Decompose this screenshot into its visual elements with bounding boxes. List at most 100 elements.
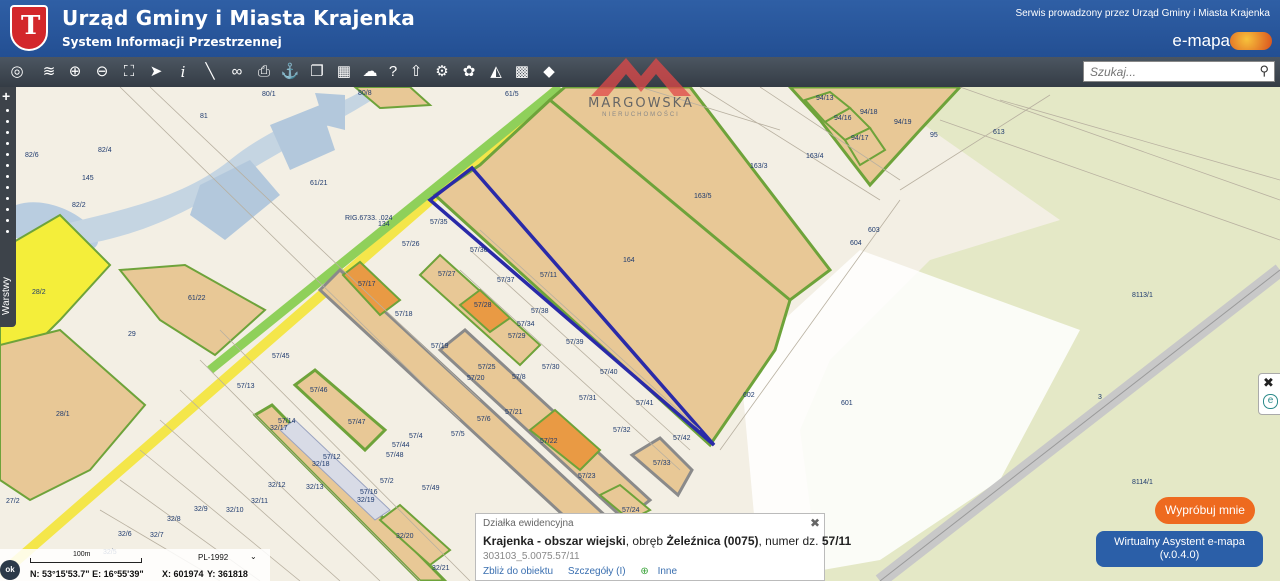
table-icon[interactable]: ▦ — [333, 61, 355, 83]
zoom-out-icon[interactable]: ⊖ — [91, 61, 113, 83]
parcel-label: 29 — [128, 331, 136, 338]
close-icon[interactable]: ✖ — [1263, 375, 1274, 391]
virtual-assistant-button[interactable]: Wirtualny Asystent e-mapa (v.0.4.0) — [1096, 531, 1263, 567]
coord-x: X: 601974 — [162, 569, 204, 579]
link-icon[interactable]: ∞ — [226, 61, 248, 83]
app-title: Urząd Gminy i Miasta Krajenka — [62, 6, 415, 30]
measure-icon[interactable]: ╲ — [199, 61, 221, 83]
print-icon[interactable]: ⎙ — [253, 61, 275, 83]
expand-plus-icon[interactable]: + — [2, 89, 10, 103]
parcel-info-popup: ✖ Działka ewidencyjna Krajenka - obszar … — [475, 513, 851, 581]
parcel-label: 57/14 — [278, 418, 296, 425]
comment-icon[interactable]: ☁ — [359, 61, 381, 83]
parcel-label: 32/10 — [226, 507, 244, 514]
upload-icon[interactable]: ⇧ — [405, 61, 427, 83]
right-panel-control[interactable]: ✖ e — [1258, 373, 1280, 415]
parcel-label: 32/20 — [396, 533, 414, 540]
info-icon[interactable]: i — [172, 61, 194, 83]
filter-icon[interactable]: ✿ — [458, 61, 480, 83]
search-box[interactable]: ⚲ — [1083, 61, 1275, 82]
zoom-in-icon[interactable]: ⊕ — [64, 61, 86, 83]
popup-location: Krajenka - obszar wiejski, obręb Żeleźni… — [483, 534, 851, 548]
parcel-label: 32/19 — [357, 497, 375, 504]
parcel-label: 57/19 — [431, 343, 449, 350]
popup-parcel-number: 57/11 — [821, 534, 852, 548]
parcel-label: 601 — [841, 400, 853, 407]
layers-icon[interactable]: ≋ — [38, 61, 60, 83]
coord-y: Y: 361818 — [207, 569, 248, 579]
parcel-label: 57/33 — [653, 460, 671, 467]
parcel-label: 28/1 — [56, 411, 70, 418]
popup-identifier: 303103_5.0075.57/11 — [483, 551, 580, 562]
add-plus-icon[interactable]: ⊕ — [640, 566, 648, 577]
crs-select[interactable]: PL-1992 — [198, 553, 228, 562]
parcel-label: 602 — [743, 392, 755, 399]
parcel-label: 164 — [623, 257, 635, 264]
parcel-label: 28/2 — [32, 289, 46, 296]
parcel-label: 57/40 — [600, 369, 618, 376]
parcel-label: 57/30 — [542, 364, 560, 371]
layers-sidebar[interactable]: + Warstwy — [0, 87, 16, 327]
zoom-slider[interactable] — [6, 109, 9, 241]
pointer-icon[interactable]: ➤ — [145, 61, 167, 83]
emapa-e-icon[interactable]: e — [1263, 394, 1278, 409]
parcel-label: 57/35 — [430, 219, 448, 226]
parcel-label: 57/42 — [673, 435, 691, 442]
parcel-label: 163/5 — [694, 193, 712, 200]
coord-lat-lon: N: 53°15'53.7" E: 16°55'39" — [30, 569, 144, 579]
parcel-label: 57/44 — [392, 442, 410, 449]
anchor-icon[interactable]: ⚓ — [279, 61, 301, 83]
parcel-label: 57/34 — [517, 321, 535, 328]
parcel-label: 57/37 — [497, 277, 515, 284]
settings-icon[interactable]: ⚙ — [431, 61, 453, 83]
app-subtitle: System Informacji Przestrzennej — [62, 35, 282, 49]
parcel-label: 61/21 — [310, 180, 328, 187]
popup-links: Zbliż do obiektu Szczegóły (I) ⊕ Inne — [483, 566, 689, 577]
parcel-label: 603 — [868, 227, 880, 234]
parcel-label: 57/5 — [451, 431, 465, 438]
zoom-to-object-link[interactable]: Zbliż do obiektu — [483, 566, 553, 577]
parcel-label: 57/6 — [477, 416, 491, 423]
try-me-button[interactable]: Wypróbuj mnie — [1155, 497, 1255, 524]
parcel-label: 57/47 — [348, 419, 366, 426]
chevron-down-icon[interactable]: ⌄ — [250, 552, 257, 561]
help-icon[interactable]: ? — [382, 61, 404, 83]
parcel-label: 80/8 — [358, 90, 372, 97]
parcel-label: 32/6 — [118, 531, 132, 538]
popup-header: Działka ewidencyjna — [483, 518, 574, 529]
parcel-label: 94/18 — [860, 109, 878, 116]
zoom-extent-icon[interactable]: ⛶ — [118, 61, 140, 83]
parcel-label: 57/16 — [360, 489, 378, 496]
layers-tab-label[interactable]: Warstwy — [1, 277, 12, 315]
parcel-label: 57/18 — [395, 311, 413, 318]
parcel-label: 57/41 — [636, 400, 654, 407]
perspective-icon[interactable]: ◭ — [485, 61, 507, 83]
parcel-label: 57/46 — [310, 387, 328, 394]
search-icon[interactable]: ⚲ — [1259, 63, 1269, 79]
map-canvas[interactable]: 80/1 80/8 81 82/6 82/4 145 82/2 61/21 61/5 RIG.67… — [0, 87, 1280, 581]
parcel-label: 57/22 — [540, 438, 558, 445]
ok-button[interactable]: ok — [0, 560, 20, 580]
copy-icon[interactable]: ❐ — [306, 61, 328, 83]
parcel-label: 57/28 — [474, 302, 492, 309]
parcel-label: 32/7 — [150, 532, 164, 539]
colors-icon[interactable]: ▩ — [511, 61, 533, 83]
parcel-label: 57/26 — [402, 241, 420, 248]
parcel-label: 57/38 — [531, 308, 549, 315]
globe-icon[interactable]: ◎ — [2, 61, 32, 83]
other-link[interactable]: Inne — [658, 566, 677, 577]
parcel-label: 94/16 — [834, 115, 852, 122]
parcel-label: 604 — [850, 240, 862, 247]
search-input[interactable] — [1084, 62, 1256, 82]
parcel-label: 81 — [200, 113, 208, 120]
coord-e: E: 16°55'39" — [92, 569, 144, 579]
details-link[interactable]: Szczegóły (I) — [568, 566, 626, 577]
parcel-label: 57/36 — [470, 247, 488, 254]
service-note: Serwis prowadzony przez Urząd Gminy i Mi… — [1015, 8, 1270, 19]
parcel-label: 57/31 — [579, 395, 597, 402]
coord-n: N: 53°15'53.7" — [30, 569, 90, 579]
parcel-label: 57/8 — [512, 374, 526, 381]
shapes-icon[interactable]: ◆ — [538, 61, 560, 83]
popup-close-icon[interactable]: ✖ — [810, 516, 820, 530]
assistant-version: (v.0.4.0) — [1159, 549, 1200, 561]
